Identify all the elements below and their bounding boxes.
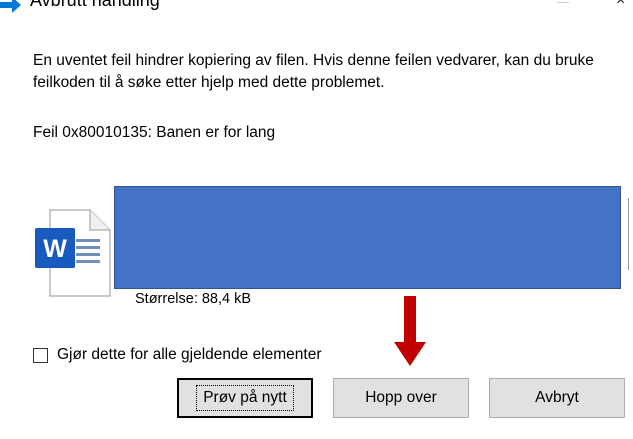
copy-arrow-icon xyxy=(0,0,21,13)
retry-label: Prøv på nytt xyxy=(196,385,294,411)
red-down-arrow-icon xyxy=(394,296,426,366)
file-size: Størrelse: 88,4 kB xyxy=(135,291,252,307)
minimize-button[interactable] xyxy=(557,2,569,3)
cancel-button[interactable]: Avbryt xyxy=(489,378,625,418)
word-document-icon: W xyxy=(35,209,111,297)
retry-button[interactable]: Prøv på nytt xyxy=(177,378,313,418)
close-button[interactable]: × xyxy=(616,0,630,10)
error-message: En uventet feil hindrer kopiering av fil… xyxy=(33,52,594,91)
apply-all-label: Gjør dette for alle gjeldende elementer xyxy=(57,346,322,363)
dialog-edge xyxy=(628,198,629,270)
apply-all-checkbox[interactable] xyxy=(33,347,48,363)
word-letter: W xyxy=(43,235,67,263)
filename-redaction xyxy=(114,186,621,289)
skip-button[interactable]: Hopp over xyxy=(333,378,469,418)
title-bar: Avbrutt handling × xyxy=(0,0,633,20)
window-title: Avbrutt handling xyxy=(30,0,160,10)
apply-all-option[interactable]: Gjør dette for alle gjeldende elementer xyxy=(33,344,322,366)
error-code: Feil 0x80010135: Banen er for lang xyxy=(33,124,276,141)
